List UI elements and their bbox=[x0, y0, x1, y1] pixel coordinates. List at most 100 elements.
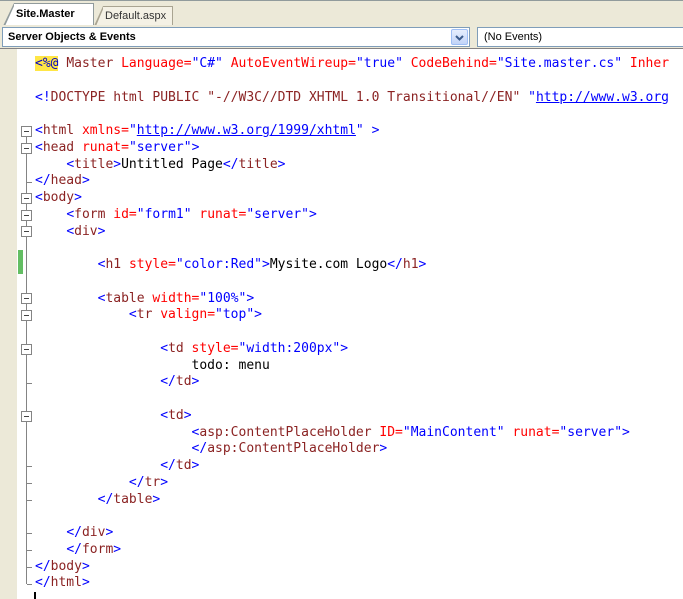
change-tracking-bar bbox=[18, 250, 23, 274]
tab-default-aspx[interactable]: Default.aspx bbox=[103, 6, 173, 26]
code-line[interactable] bbox=[35, 324, 669, 341]
outline-end-tick bbox=[27, 466, 32, 467]
code-token: "top" bbox=[215, 307, 254, 322]
code-line[interactable]: </td> bbox=[35, 458, 669, 475]
code-token: " bbox=[528, 90, 536, 105]
code-token: </ bbox=[129, 475, 145, 490]
code-token: http://www.w3.org/1999/xhtml bbox=[137, 123, 356, 138]
code-line[interactable]: <table width="100%"> bbox=[35, 291, 669, 308]
code-token bbox=[35, 374, 160, 389]
code-line[interactable]: todo: menu bbox=[35, 358, 669, 375]
html-navigation-bar: Server Objects & Events (No Events) bbox=[0, 25, 683, 49]
code-token: "server" bbox=[129, 140, 192, 155]
code-line[interactable]: <td style="width:200px"> bbox=[35, 341, 669, 358]
code-line[interactable]: </form> bbox=[35, 542, 669, 559]
code-token: > bbox=[246, 291, 254, 306]
code-token: > bbox=[82, 559, 90, 574]
code-token: td bbox=[168, 408, 184, 423]
code-token: > bbox=[262, 257, 270, 272]
code-line[interactable]: </head> bbox=[35, 173, 669, 190]
code-token: " bbox=[356, 123, 364, 138]
code-line[interactable]: <asp:ContentPlaceHolder ID="MainContent"… bbox=[35, 425, 669, 442]
server-objects-dropdown[interactable]: Server Objects & Events bbox=[2, 27, 470, 47]
document-tab-bar: Site.Master Default.aspx bbox=[0, 0, 683, 25]
minus-glyph bbox=[24, 416, 29, 417]
code-token: runat= bbox=[512, 425, 559, 440]
code-line[interactable] bbox=[35, 73, 669, 90]
code-token bbox=[35, 341, 160, 356]
code-token: tr bbox=[137, 307, 153, 322]
code-line[interactable] bbox=[35, 240, 669, 257]
code-token bbox=[35, 525, 66, 540]
tab-label: Default.aspx bbox=[105, 10, 166, 22]
collapse-box-icon[interactable] bbox=[21, 411, 32, 422]
code-editor[interactable]: <%@ Master Language="C#" AutoEventWireup… bbox=[0, 49, 683, 599]
collapse-box-icon[interactable] bbox=[21, 293, 32, 304]
code-line[interactable]: <html xmlns="http://www.w3.org/1999/xhtm… bbox=[35, 123, 669, 140]
code-line[interactable]: </table> bbox=[35, 492, 669, 509]
code-token: Mysite.com Logo bbox=[270, 257, 387, 272]
code-token bbox=[113, 56, 121, 71]
collapse-box-icon[interactable] bbox=[21, 210, 32, 221]
tab-site-master[interactable]: Site.Master bbox=[14, 3, 94, 26]
code-token: todo: menu bbox=[35, 358, 270, 373]
code-token: < bbox=[66, 224, 74, 239]
code-token: > bbox=[74, 190, 82, 205]
code-token: </ bbox=[66, 542, 82, 557]
collapse-box-icon[interactable] bbox=[21, 344, 32, 355]
code-line[interactable]: </tr> bbox=[35, 475, 669, 492]
code-token: body bbox=[43, 190, 74, 205]
outline-end-tick bbox=[27, 500, 32, 501]
code-line[interactable]: </html> bbox=[35, 575, 669, 592]
chevron-down-icon[interactable] bbox=[451, 29, 468, 45]
code-line[interactable]: <!DOCTYPE html PUBLIC "-//W3C//DTD XHTML… bbox=[35, 90, 669, 107]
collapse-box-icon[interactable] bbox=[21, 193, 32, 204]
code-line[interactable]: <h1 style="color:Red">Mysite.com Logo</h… bbox=[35, 257, 669, 274]
code-token bbox=[35, 408, 160, 423]
code-token: > bbox=[379, 441, 387, 456]
code-line[interactable]: <body> bbox=[35, 190, 669, 207]
code-line[interactable]: </asp:ContentPlaceHolder> bbox=[35, 441, 669, 458]
code-line[interactable]: <div> bbox=[35, 224, 669, 241]
code-token: "width:200px" bbox=[239, 341, 341, 356]
code-line[interactable]: <tr valign="top"> bbox=[35, 307, 669, 324]
code-token: Inher bbox=[630, 56, 669, 71]
code-line[interactable] bbox=[35, 106, 669, 123]
code-token: > bbox=[192, 374, 200, 389]
collapse-box-icon[interactable] bbox=[21, 143, 32, 154]
code-line[interactable]: <head runat="server"> bbox=[35, 140, 669, 157]
code-token bbox=[35, 291, 98, 306]
code-line[interactable] bbox=[35, 391, 669, 408]
code-token: < bbox=[66, 207, 74, 222]
code-token: Master bbox=[66, 56, 113, 71]
events-dropdown[interactable]: (No Events) bbox=[477, 27, 683, 47]
outline-end-tick bbox=[27, 533, 32, 534]
code-token: > bbox=[82, 575, 90, 590]
code-token: < bbox=[66, 157, 74, 172]
collapse-box-icon[interactable] bbox=[21, 226, 32, 237]
indicator-margin bbox=[0, 49, 17, 599]
code-line[interactable]: <td> bbox=[35, 408, 669, 425]
code-token: form bbox=[74, 207, 105, 222]
code-token: </ bbox=[192, 441, 208, 456]
tab-slant-edge bbox=[96, 7, 104, 26]
code-area[interactable]: <%@ Master Language="C#" AutoEventWireup… bbox=[35, 56, 669, 592]
code-token: > bbox=[160, 475, 168, 490]
code-line[interactable]: <%@ Master Language="C#" AutoEventWireup… bbox=[35, 56, 669, 73]
code-line[interactable]: <form id="form1" runat="server"> bbox=[35, 207, 669, 224]
code-line[interactable]: </td> bbox=[35, 374, 669, 391]
collapse-box-icon[interactable] bbox=[21, 126, 32, 137]
code-line[interactable]: <title>Untitled Page</title> bbox=[35, 157, 669, 174]
collapse-box-icon[interactable] bbox=[21, 310, 32, 321]
code-token: Language= bbox=[121, 56, 191, 71]
code-token: " bbox=[129, 123, 137, 138]
code-token: style= bbox=[129, 257, 176, 272]
code-token bbox=[35, 492, 98, 507]
code-line[interactable] bbox=[35, 274, 669, 291]
code-line[interactable]: </body> bbox=[35, 559, 669, 576]
code-token: > bbox=[278, 157, 286, 172]
code-line[interactable]: </div> bbox=[35, 525, 669, 542]
text-caret bbox=[34, 592, 36, 599]
code-line[interactable] bbox=[35, 508, 669, 525]
code-token: > bbox=[622, 425, 630, 440]
